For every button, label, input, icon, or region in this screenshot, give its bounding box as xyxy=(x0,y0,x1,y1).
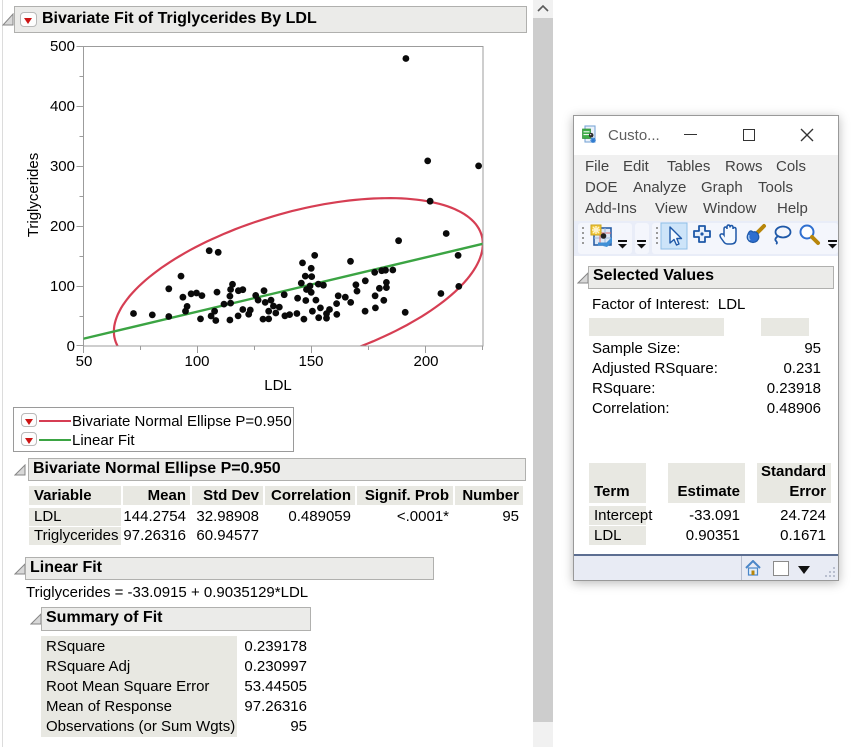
svg-text:0: 0 xyxy=(67,338,75,355)
svg-text:200: 200 xyxy=(413,353,438,370)
svg-text:500: 500 xyxy=(50,38,75,55)
svg-text:Triglycerides: Triglycerides xyxy=(25,153,42,237)
svg-text:200: 200 xyxy=(50,218,75,235)
svg-text:100: 100 xyxy=(184,353,209,370)
svg-text:100: 100 xyxy=(50,278,75,295)
svg-text:300: 300 xyxy=(50,158,75,175)
svg-text:50: 50 xyxy=(76,353,93,370)
svg-text:400: 400 xyxy=(50,98,75,115)
svg-text:LDL: LDL xyxy=(264,377,292,394)
svg-text:150: 150 xyxy=(298,353,323,370)
